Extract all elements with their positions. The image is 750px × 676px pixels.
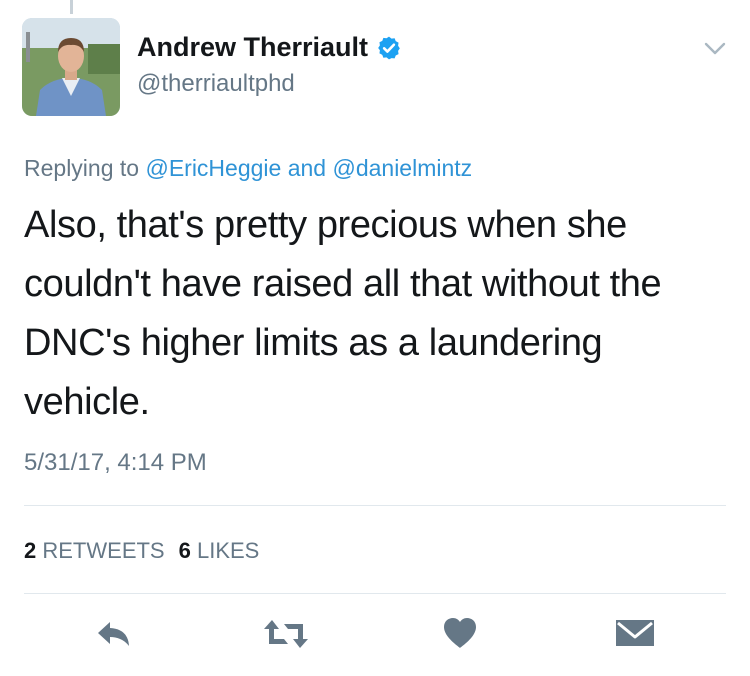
tweet-stats: 2 RETWEETS 6 LIKES bbox=[24, 538, 259, 564]
reply-button[interactable] bbox=[93, 616, 135, 657]
author-display-name[interactable]: Andrew Therriault bbox=[137, 32, 368, 63]
likes-label: LIKES bbox=[196, 538, 260, 563]
heart-icon bbox=[444, 618, 476, 648]
replying-to-line: Replying to @EricHeggie and @danielmintz bbox=[24, 155, 472, 182]
thread-connector-line bbox=[70, 0, 73, 14]
reply-icon bbox=[98, 622, 129, 646]
retweets-stat[interactable]: 2 RETWEETS bbox=[24, 538, 165, 563]
direct-message-button[interactable] bbox=[614, 616, 656, 657]
verified-badge-icon bbox=[378, 36, 400, 59]
tweet-text: Also, that's pretty precious when she co… bbox=[24, 204, 662, 423]
retweet-button[interactable] bbox=[262, 616, 310, 657]
retweets-label: RETWEETS bbox=[42, 538, 165, 563]
tweet-timestamp[interactable]: 5/31/17, 4:14 PM bbox=[24, 449, 207, 477]
like-button[interactable] bbox=[442, 616, 478, 655]
retweets-count: 2 bbox=[24, 538, 37, 563]
divider-top bbox=[24, 505, 726, 506]
mention-link-danielmintz[interactable]: @danielmintz bbox=[332, 155, 472, 181]
envelope-icon bbox=[616, 620, 654, 646]
mention-link-ericheggie[interactable]: @EricHeggie bbox=[145, 155, 281, 181]
likes-count: 6 bbox=[178, 538, 191, 563]
divider-bottom bbox=[24, 593, 726, 594]
chevron-down-icon[interactable] bbox=[703, 40, 727, 58]
avatar[interactable] bbox=[22, 18, 120, 116]
likes-stat[interactable]: 6 LIKES bbox=[179, 538, 260, 563]
author-handle[interactable]: @therriaultphd bbox=[137, 70, 295, 98]
replying-to-label: Replying to bbox=[24, 155, 140, 181]
replying-to-conjunction: and bbox=[287, 155, 327, 181]
retweet-icon bbox=[264, 620, 308, 648]
avatar-photo bbox=[22, 18, 120, 116]
